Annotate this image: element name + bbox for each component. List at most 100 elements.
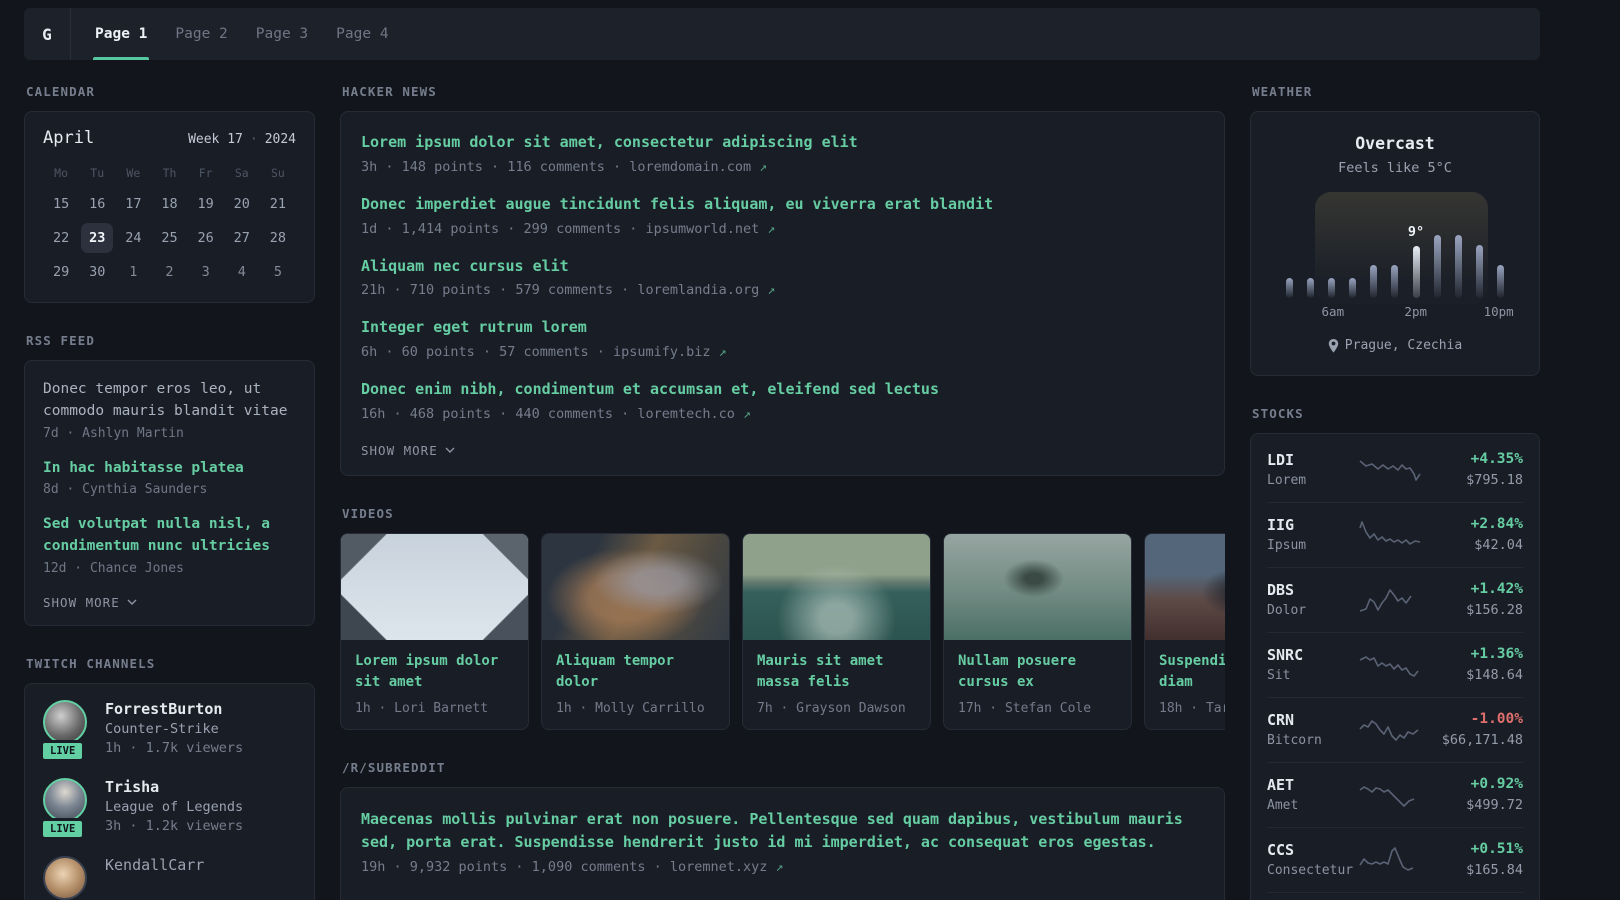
calendar-month: April [43, 128, 95, 148]
hn-show-more-button[interactable]: SHOW MORE [361, 443, 455, 458]
calendar-day: 16 [89, 196, 106, 212]
calendar-day: 2 [165, 264, 174, 280]
weather-feels-like: Feels like 5°C [1338, 160, 1452, 176]
video-title[interactable]: Mauris sit amet massa felis [757, 651, 916, 693]
stock-price: $499.72 [1466, 796, 1523, 813]
weather-bar [1433, 235, 1441, 298]
tab-page-2[interactable]: Page 2 [161, 8, 241, 60]
stock-ticker: LDI [1267, 450, 1295, 469]
video-title[interactable]: Suspendisse diam [1159, 651, 1225, 693]
chevron-down-icon [445, 447, 455, 454]
subreddit-widget: /R/SUBREDDIT Maecenas mollis pulvinar er… [340, 760, 1225, 900]
app-logo[interactable]: G [24, 8, 71, 60]
stock-row[interactable]: LDI Lorem +4.35% $795.18 [1267, 438, 1523, 502]
calendar-weekday-header: Mo Tu We Th Fr Sa Su [43, 160, 296, 188]
rss-item: Sed volutpat nulla nisl, a condimentum n… [43, 514, 296, 576]
twitch-channel-row[interactable]: KendallCarr [43, 855, 296, 900]
sparkline-chart [1358, 713, 1422, 745]
hn-story: Aliquam nec cursus elit 21h · 710 points… [361, 256, 1204, 299]
hn-domain-link[interactable]: ipsumify.biz [613, 344, 711, 360]
weather-section-title: WEATHER [1252, 84, 1313, 99]
stock-row[interactable]: DBS Dolor +1.42% $156.28 [1267, 566, 1523, 632]
video-thumbnail-sea-wake [743, 533, 930, 640]
hn-domain-link[interactable]: loremlandia.org [637, 282, 759, 298]
hn-story-meta: 1d · 1,414 points · 299 comments · ipsum… [361, 221, 1204, 237]
hacker-news-widget: HACKER NEWS Lorem ipsum dolor sit amet, … [340, 84, 1225, 476]
weather-widget: WEATHER Overcast Feels like 5°C 9° 6am 2p… [1250, 84, 1540, 376]
weekday-label: Mo [54, 166, 68, 180]
twitch-channel-row[interactable]: LIVE Trisha League of Legends 3h · 1.2k … [40, 777, 296, 840]
weekday-label: Fr [198, 166, 213, 180]
reddit-domain-link[interactable]: loremnet.xyz [670, 859, 768, 875]
hn-domain-link[interactable]: loremtech.co [637, 406, 735, 422]
weather-bar [1307, 277, 1315, 298]
rss-item-link[interactable]: Sed volutpat nulla nisl, a condimentum n… [43, 514, 296, 558]
channel-category: Counter-Strike [105, 720, 219, 737]
hn-story-link[interactable]: Aliquam nec cursus elit [361, 256, 1204, 278]
hn-story-link[interactable]: Donec enim nibh, condimentum et accumsan… [361, 379, 1204, 401]
video-meta: 7h · Grayson Dawson [757, 700, 906, 716]
rss-show-more-button[interactable]: SHOW MORE [43, 595, 137, 610]
hn-story-link[interactable]: Integer eget rutrum lorem [361, 317, 1204, 339]
video-title[interactable]: Lorem ipsum dolor sit amet consectetu… [355, 651, 514, 693]
video-card[interactable]: Lorem ipsum dolor sit amet consectetu… 1… [340, 532, 529, 730]
stock-ticker: CRN [1267, 710, 1295, 729]
show-more-label: SHOW MORE [43, 594, 120, 610]
top-navbar: G Page 1 Page 2 Page 3 Page 4 [24, 8, 1540, 60]
right-column: WEATHER Overcast Feels like 5°C 9° 6am 2p… [1250, 84, 1540, 900]
external-link-icon: ↗ [718, 345, 727, 360]
stock-price: $795.18 [1466, 471, 1523, 488]
sparkline-chart [1358, 778, 1422, 810]
tab-page-3[interactable]: Page 3 [242, 8, 322, 60]
calendar-day: 5 [273, 264, 282, 280]
stock-row[interactable]: SNRC Sit +1.36% $148.64 [1267, 631, 1523, 697]
reddit-post-link[interactable]: Maecenas mollis pulvinar erat non posuer… [361, 808, 1204, 855]
hacker-news-section-title: HACKER NEWS [342, 84, 437, 99]
weekday-label: Sa [234, 166, 249, 180]
video-card[interactable]: Nullam posuere cursus ex 17h · Stefan Co… [943, 532, 1132, 730]
hn-story-link[interactable]: Donec imperdiet augue tincidunt felis al… [361, 194, 1204, 216]
tab-page-4[interactable]: Page 4 [322, 8, 402, 60]
video-title[interactable]: Nullam posuere cursus ex [958, 651, 1117, 693]
stock-row[interactable]: AET Amet +0.92% $499.72 [1267, 761, 1523, 827]
stock-change: -1.00% [1470, 710, 1523, 727]
calendar-day: 1 [129, 264, 138, 280]
avatar [43, 699, 87, 744]
hn-meta-text: 21h · 710 points · 579 comments · [361, 282, 638, 299]
video-card[interactable]: Suspendisse diam 18h · Tara [1144, 532, 1225, 730]
stock-row[interactable]: CCS Consectetur +0.51% $165.84 [1267, 826, 1523, 892]
twitch-channel-row[interactable]: LIVE ForrestBurton Counter-Strike 1h · 1… [40, 699, 296, 762]
live-badge: LIVE [40, 739, 86, 762]
calendar-day: 22 [52, 230, 70, 246]
weather-bar: 9° [1408, 224, 1424, 298]
stock-price: $66,171.48 [1441, 731, 1523, 748]
weather-bar [1286, 277, 1293, 298]
sparkline-chart [1358, 843, 1422, 875]
avatar [43, 777, 87, 822]
video-card[interactable]: Aliquam tempor dolor nec pharetra… 1h · … [541, 532, 730, 730]
video-card[interactable]: Mauris sit amet massa felis 7h · Grayson… [742, 532, 931, 730]
hn-domain-link[interactable]: loremdomain.com [629, 159, 751, 175]
weather-bars: 9° [1281, 206, 1509, 298]
stock-row[interactable]: CRN Bitcorn -1.00% $66,171.48 [1267, 696, 1523, 762]
weather-bar [1328, 277, 1336, 298]
stock-row[interactable]: IIG Ipsum +2.84% $42.04 [1267, 501, 1523, 567]
rss-item-meta: 12d · Chance Jones [43, 560, 184, 576]
reddit-meta-text: 19h · 9,932 points · 1,090 comments · [361, 859, 670, 876]
stocks-section-title: STOCKS [1252, 405, 1304, 421]
subreddit-section-title: /R/SUBREDDIT [342, 759, 446, 775]
reddit-post: Maecenas mollis pulvinar erat non posuer… [361, 808, 1204, 876]
video-title[interactable]: Aliquam tempor dolor nec pharetra… [556, 651, 715, 693]
weather-hour-labels: 6am 2pm 10pm [1281, 304, 1514, 322]
video-card-row: Lorem ipsum dolor sit amet consectetu… 1… [340, 532, 1225, 730]
hn-domain-link[interactable]: ipsumworld.net [645, 221, 759, 237]
rss-item-meta: 7d · Ashlyn Martin [43, 425, 184, 441]
hn-story-link[interactable]: Lorem ipsum dolor sit amet, consectetur … [361, 132, 1204, 154]
twitch-widget: TWITCH CHANNELS LIVE ForrestBurton Count… [24, 656, 315, 900]
rss-item-link[interactable]: In hac habitasse platea [43, 458, 296, 480]
calendar-day: 17 [125, 196, 142, 212]
rss-item-link[interactable]: Donec tempor eros leo, ut commodo mauris… [43, 379, 296, 423]
tab-page-1[interactable]: Page 1 [81, 8, 161, 60]
stock-row[interactable]: AHS +0.46% [1267, 891, 1523, 900]
calendar-day: 23 [81, 223, 114, 253]
